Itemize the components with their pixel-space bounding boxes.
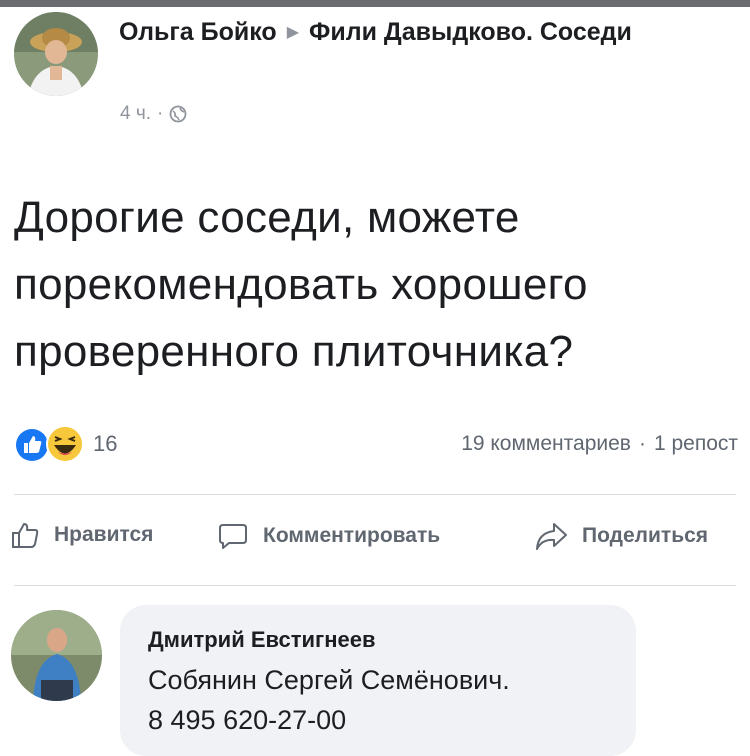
author-name-link[interactable]: Ольга Бойко bbox=[119, 18, 277, 46]
shares-count-link[interactable]: 1 репост bbox=[654, 432, 738, 455]
action-bar: Нравится Комментировать Поделиться bbox=[0, 520, 750, 564]
post-header: Ольга Бойко ▶ Фили Давыдково. Соседи bbox=[119, 12, 679, 56]
author-avatar[interactable] bbox=[14, 12, 98, 96]
comment-text-line: Собянин Сергей Семёнович. bbox=[148, 665, 510, 695]
haha-reaction-icon bbox=[45, 424, 85, 464]
comment-button-label: Комментировать bbox=[263, 524, 441, 547]
comment-button[interactable]: Комментировать bbox=[217, 520, 440, 552]
comment-bubble: Дмитрий Евстигнеев Собянин Сергей Семёно… bbox=[120, 605, 636, 756]
commenter-name-link[interactable]: Дмитрий Евстигнеев bbox=[148, 627, 375, 653]
share-button[interactable]: Поделиться bbox=[534, 520, 708, 552]
post-body-text: Дорогие соседи, можете порекомендовать х… bbox=[14, 193, 588, 376]
divider bbox=[14, 494, 736, 495]
post-meta: 4 ч. · bbox=[120, 103, 187, 125]
reaction-count: 16 bbox=[93, 431, 118, 456]
divider bbox=[14, 585, 736, 586]
reactions-summary[interactable]: 16 bbox=[15, 424, 117, 464]
like-reaction-icon bbox=[15, 428, 49, 462]
speech-bubble-icon bbox=[219, 524, 247, 549]
comment-phone-number: 8 495 620-27-00 bbox=[148, 705, 347, 735]
stats-separator: · bbox=[638, 432, 646, 455]
commenter-avatar[interactable] bbox=[11, 610, 102, 701]
share-arrow-icon bbox=[536, 523, 567, 550]
post-timestamp[interactable]: 4 ч. bbox=[120, 103, 151, 125]
share-button-label: Поделиться bbox=[582, 524, 709, 547]
meta-separator: · bbox=[157, 103, 164, 124]
engagement-stats: 19 комментариев · 1 репост bbox=[461, 432, 738, 456]
group-name-link[interactable]: Фили Давыдково. Соседи bbox=[309, 18, 632, 46]
like-button-label: Нравится bbox=[54, 523, 154, 546]
thumbs-up-icon bbox=[12, 523, 39, 548]
globe-icon bbox=[169, 105, 187, 123]
like-button[interactable]: Нравится bbox=[10, 520, 153, 550]
top-edge bbox=[0, 0, 750, 7]
comments-count-link[interactable]: 19 комментариев bbox=[461, 432, 631, 455]
group-arrow-icon: ▶ bbox=[286, 24, 300, 41]
